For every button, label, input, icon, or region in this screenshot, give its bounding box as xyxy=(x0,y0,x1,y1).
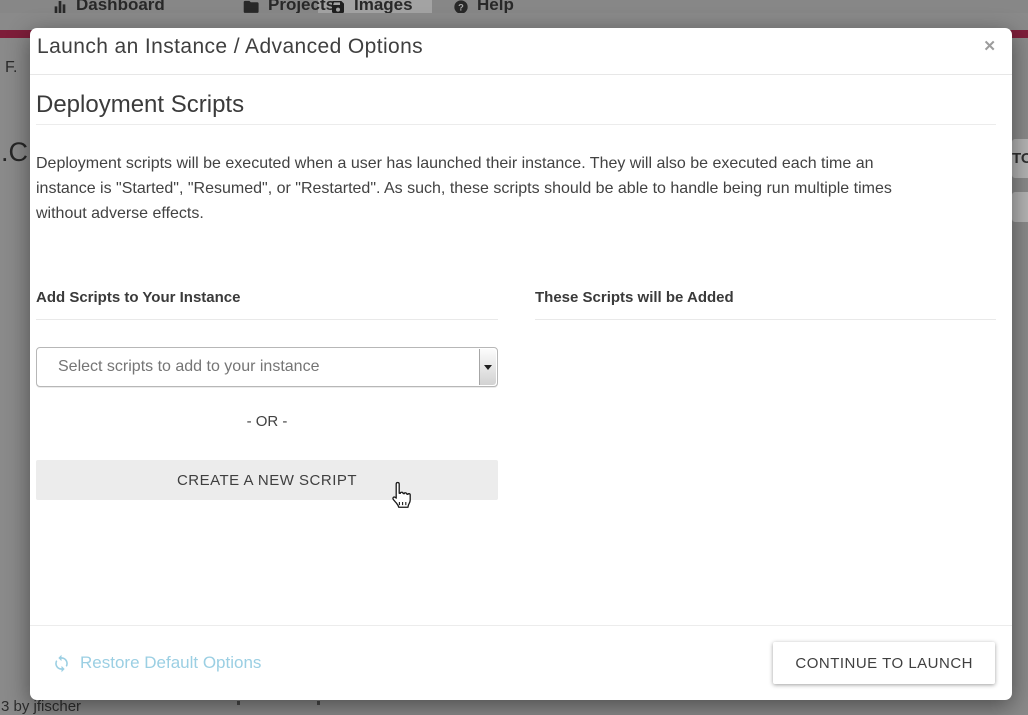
scripts-select[interactable]: Select scripts to add to your instance xyxy=(36,347,498,387)
add-scripts-heading: Add Scripts to Your Instance xyxy=(36,288,498,320)
nav-label: Images xyxy=(354,0,413,13)
restore-defaults-button[interactable]: Restore Default Options xyxy=(52,653,261,673)
modal-title: Launch an Instance / Advanced Options xyxy=(37,34,423,60)
background-button-fragment xyxy=(1012,192,1028,222)
description-line: Deployment scripts will be executed when… xyxy=(36,151,996,176)
description-line: instance is "Started", "Resumed", or "Re… xyxy=(36,176,996,201)
script-columns: Add Scripts to Your Instance Select scri… xyxy=(36,288,996,500)
modal-body: Deployment Scripts Deployment scripts wi… xyxy=(30,91,1012,500)
chevron-down-icon xyxy=(479,349,496,385)
added-scripts-column: These Scripts will be Added xyxy=(535,288,996,500)
advanced-options-modal: Launch an Instance / Advanced Options ✕ … xyxy=(30,28,1012,700)
scripts-select-placeholder: Select scripts to add to your instance xyxy=(58,358,319,376)
background-button-fragment: TO xyxy=(1012,139,1028,178)
description-line: without adverse effects. xyxy=(36,201,996,226)
refresh-icon xyxy=(52,654,71,673)
background-artifact xyxy=(317,701,320,705)
svg-text:?: ? xyxy=(458,2,464,12)
help-circle-icon: ? xyxy=(453,0,469,13)
restore-defaults-label: Restore Default Options xyxy=(80,653,261,673)
section-heading: Deployment Scripts xyxy=(36,91,996,125)
background-text-fragment: F. xyxy=(5,59,17,77)
nav-label: Projects xyxy=(268,0,335,13)
nav-item-dashboard[interactable]: Dashboard xyxy=(52,0,165,13)
background-button-label: TO xyxy=(1012,150,1028,167)
nav-label: Dashboard xyxy=(76,0,165,13)
section-description: Deployment scripts will be executed when… xyxy=(36,151,996,226)
top-nav: Dashboard Projects Images ? Help xyxy=(0,0,1028,13)
modal-footer: Restore Default Options CONTINUE TO LAUN… xyxy=(30,625,1012,700)
floppy-disk-icon xyxy=(330,0,346,13)
background-byline-fragment: 3 by jfischer xyxy=(1,698,81,715)
modal-header: Launch an Instance / Advanced Options ✕ xyxy=(30,28,1012,75)
hand-cursor xyxy=(386,481,413,512)
added-scripts-heading: These Scripts will be Added xyxy=(535,288,996,320)
add-scripts-column: Add Scripts to Your Instance Select scri… xyxy=(36,288,498,500)
close-icon[interactable]: ✕ xyxy=(983,38,996,56)
or-separator: - OR - xyxy=(36,413,498,430)
background-artifact xyxy=(237,701,240,705)
bar-chart-icon xyxy=(52,0,68,13)
create-script-button[interactable]: CREATE A NEW SCRIPT xyxy=(36,460,498,500)
nav-item-images[interactable]: Images xyxy=(330,0,413,13)
nav-item-help[interactable]: ? Help xyxy=(453,0,514,13)
continue-to-launch-button[interactable]: CONTINUE TO LAUNCH xyxy=(773,642,995,684)
folder-icon xyxy=(243,0,260,13)
nav-label: Help xyxy=(477,0,514,13)
background-heading-fragment: .C xyxy=(1,137,28,168)
nav-item-projects[interactable]: Projects xyxy=(243,0,335,13)
